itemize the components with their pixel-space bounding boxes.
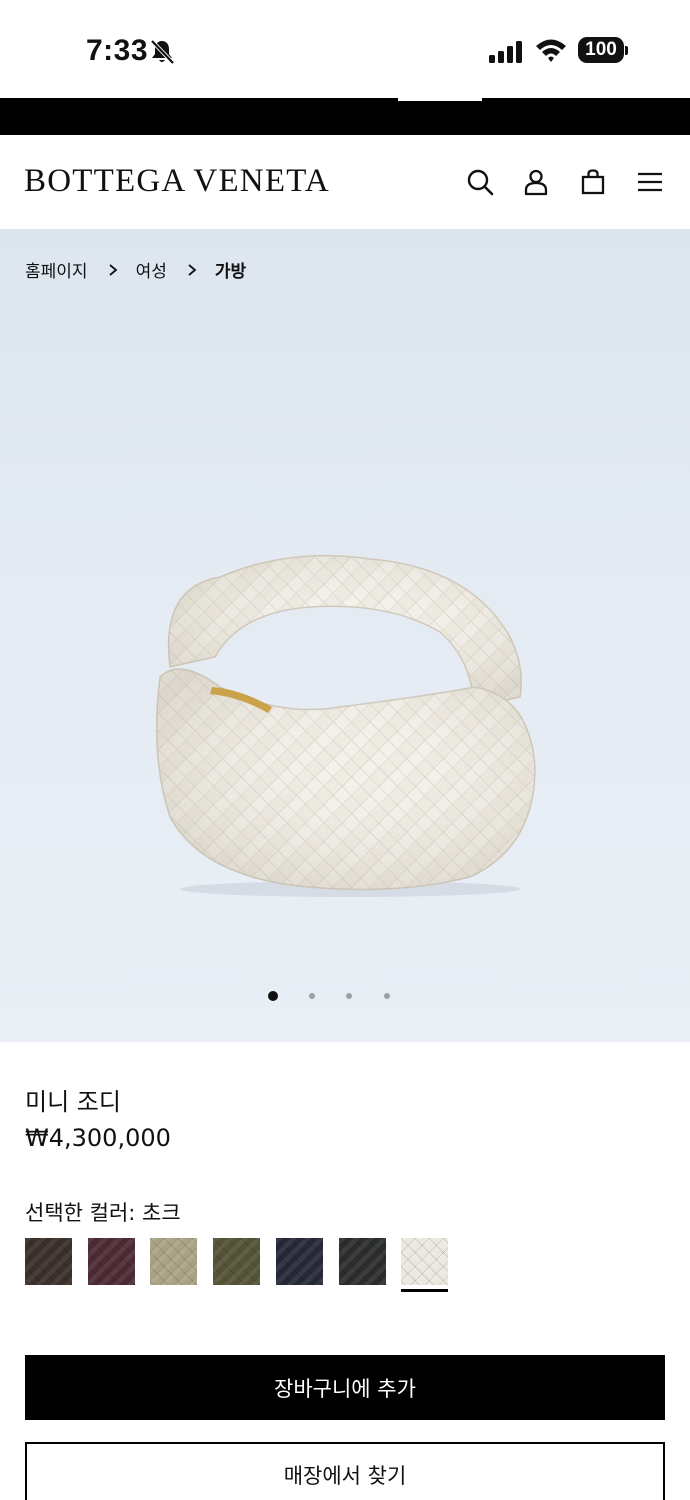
find-in-store-button[interactable]: 매장에서 찾기 bbox=[25, 1442, 665, 1500]
carousel-dot[interactable] bbox=[309, 993, 315, 999]
color-swatch[interactable] bbox=[25, 1238, 72, 1285]
battery-nub bbox=[625, 46, 628, 55]
color-swatch[interactable] bbox=[401, 1238, 448, 1285]
breadcrumb-home[interactable]: 홈페이지 bbox=[25, 257, 88, 282]
site-header: BOTTEGA VENETA bbox=[0, 135, 690, 229]
account-icon[interactable] bbox=[522, 168, 550, 196]
selected-swatch-indicator bbox=[401, 1289, 448, 1292]
carousel-dot-active[interactable] bbox=[268, 991, 278, 1001]
color-label: 선택한 컬러: bbox=[25, 1201, 136, 1225]
carousel-dot[interactable] bbox=[384, 993, 390, 999]
color-swatch[interactable] bbox=[339, 1238, 386, 1285]
bell-slash-icon bbox=[148, 38, 176, 66]
breadcrumb: 홈페이지 여성 가방 bbox=[25, 257, 246, 282]
product-image bbox=[155, 554, 536, 897]
chevron-right-icon bbox=[108, 263, 117, 276]
top-banner bbox=[0, 98, 690, 135]
search-icon[interactable] bbox=[466, 168, 494, 196]
wifi-icon bbox=[534, 36, 568, 64]
selected-color-name: 초크 bbox=[142, 1201, 181, 1225]
signal-icon bbox=[488, 40, 524, 64]
color-swatch[interactable] bbox=[150, 1238, 197, 1285]
menu-icon[interactable] bbox=[636, 168, 664, 196]
carousel-pagination bbox=[0, 989, 690, 1003]
brand-logo[interactable]: BOTTEGA VENETA bbox=[24, 163, 330, 200]
product-price: ₩4,300,000 bbox=[25, 1124, 171, 1152]
color-swatch[interactable] bbox=[213, 1238, 260, 1285]
color-swatch[interactable] bbox=[276, 1238, 323, 1285]
shopping-bag-icon[interactable] bbox=[579, 168, 607, 196]
carousel-dot[interactable] bbox=[346, 993, 352, 999]
product-title: 미니 조디 bbox=[25, 1088, 121, 1116]
breadcrumb-women[interactable]: 여성 bbox=[136, 257, 167, 282]
battery-icon: 100 bbox=[578, 37, 624, 63]
banner-indicator bbox=[398, 98, 482, 101]
status-time: 7:33 bbox=[86, 34, 149, 67]
color-swatch[interactable] bbox=[88, 1238, 135, 1285]
product-gallery[interactable]: 홈페이지 여성 가방 bbox=[0, 229, 690, 1042]
breadcrumb-bags[interactable]: 가방 bbox=[215, 257, 246, 282]
selected-color-row: 선택한 컬러: 초크 bbox=[25, 1197, 181, 1227]
chevron-right-icon bbox=[188, 263, 197, 276]
status-bar: 7:33 100 bbox=[0, 0, 690, 98]
add-to-cart-button[interactable]: 장바구니에 추가 bbox=[25, 1355, 665, 1420]
